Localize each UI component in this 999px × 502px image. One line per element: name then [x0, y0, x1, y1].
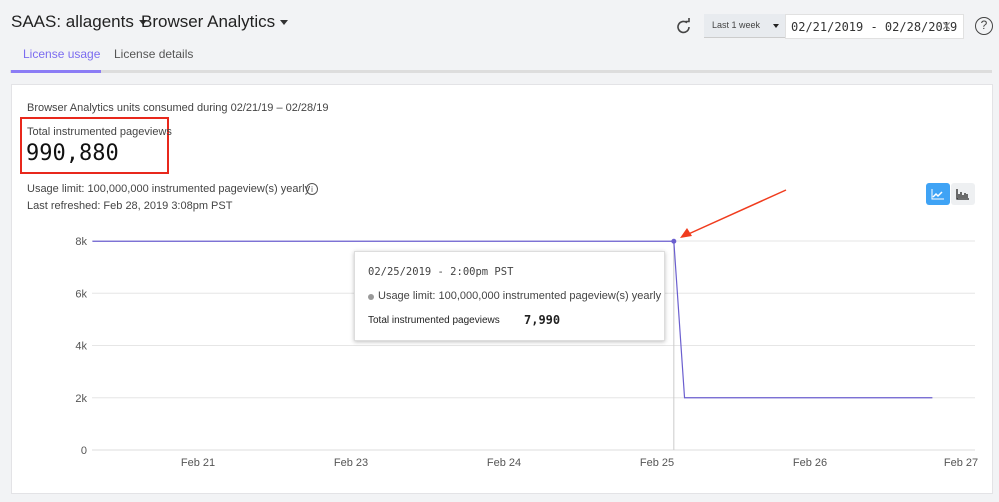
legend-dot-icon	[368, 294, 374, 300]
x-tick-label: Feb 21	[181, 457, 215, 469]
chart-tooltip: 02/25/2019 - 2:00pm PST Usage limit: 100…	[354, 251, 665, 341]
y-tick-label: 8k	[75, 236, 87, 248]
tooltip-metric-label: Total instrumented pageviews	[368, 315, 500, 326]
x-tick-label: Feb 24	[487, 457, 521, 469]
x-tick-label: Feb 25	[640, 457, 674, 469]
y-tick-label: 2k	[75, 393, 87, 405]
x-tick-label: Feb 27	[944, 457, 978, 469]
annotation-arrow	[680, 189, 787, 238]
y-tick-label: 0	[81, 445, 87, 457]
tooltip-time: 02/25/2019 - 2:00pm PST	[368, 266, 514, 278]
tooltip-metric-value: 7,990	[524, 313, 561, 327]
x-tick-label: Feb 23	[334, 457, 368, 469]
tooltip-limit: Usage limit: 100,000,000 instrumented pa…	[378, 290, 662, 302]
y-tick-label: 6k	[75, 288, 87, 300]
x-tick-label: Feb 26	[793, 457, 827, 469]
y-tick-label: 4k	[75, 341, 87, 353]
